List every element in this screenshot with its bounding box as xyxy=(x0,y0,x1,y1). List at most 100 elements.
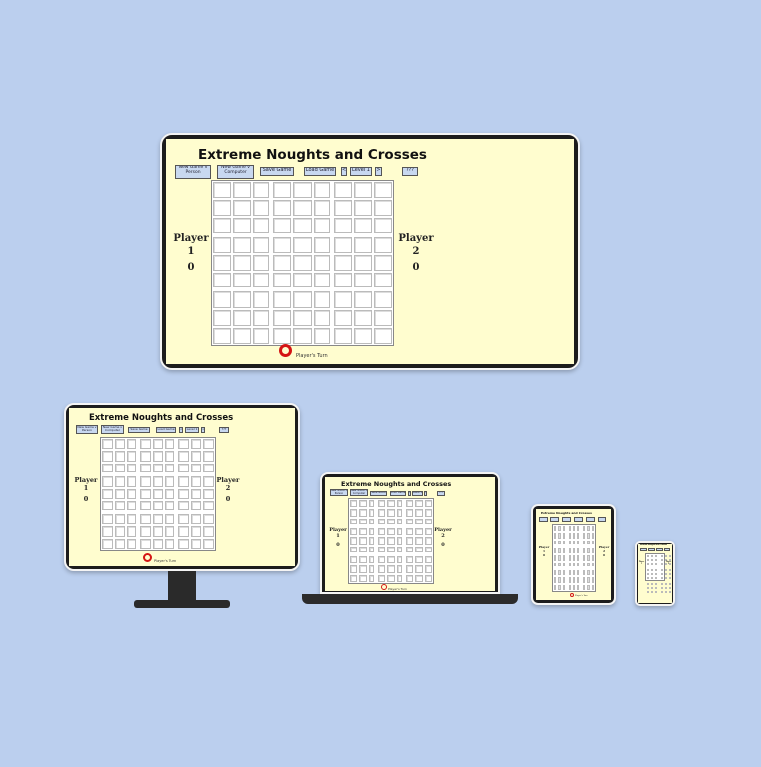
board-cell[interactable] xyxy=(647,587,649,589)
board-cell[interactable] xyxy=(114,501,126,510)
board-cell[interactable] xyxy=(293,200,312,217)
board-cell[interactable] xyxy=(665,583,667,585)
board-cell[interactable] xyxy=(273,309,292,326)
board-cell[interactable] xyxy=(190,451,202,462)
board-cell[interactable] xyxy=(396,537,402,545)
board-cell[interactable] xyxy=(253,273,270,288)
board-cell[interactable] xyxy=(213,182,232,199)
board-cell[interactable] xyxy=(647,563,649,565)
board-cell[interactable] xyxy=(140,513,151,525)
board-cell[interactable] xyxy=(359,555,367,564)
board-cell[interactable] xyxy=(127,513,136,525)
board-cell[interactable] xyxy=(333,236,352,253)
board-cell[interactable] xyxy=(152,463,164,473)
board-cell[interactable] xyxy=(203,538,214,549)
board-cell[interactable] xyxy=(102,476,113,487)
board-cell[interactable] xyxy=(583,570,586,576)
board-cell[interactable] xyxy=(127,488,136,500)
board-cell[interactable] xyxy=(661,577,663,579)
board-cell[interactable] xyxy=(583,548,586,554)
board-cell[interactable] xyxy=(114,513,126,525)
board-cell[interactable] xyxy=(424,537,432,545)
board-cell[interactable] xyxy=(353,309,372,326)
board-cell[interactable] xyxy=(140,439,151,450)
board-cell[interactable] xyxy=(647,577,649,579)
board-cell[interactable] xyxy=(233,254,252,272)
board-cell[interactable] xyxy=(127,501,136,510)
board-cell[interactable] xyxy=(190,538,202,549)
board-cell[interactable] xyxy=(655,569,657,571)
board-cell[interactable] xyxy=(313,182,330,199)
board-cell[interactable] xyxy=(253,182,270,199)
board-cell[interactable] xyxy=(651,583,653,585)
board-cell[interactable] xyxy=(577,526,580,532)
board-cell[interactable] xyxy=(647,583,649,585)
save-game-button[interactable]: Save Game xyxy=(370,491,387,496)
board-cell[interactable] xyxy=(647,569,649,571)
board-cell[interactable] xyxy=(554,570,557,576)
game-board[interactable] xyxy=(552,524,596,592)
board-cell[interactable] xyxy=(572,555,576,561)
board-cell[interactable] xyxy=(583,555,586,561)
board-cell[interactable] xyxy=(273,236,292,253)
board-cell[interactable] xyxy=(203,513,214,525)
board-cell[interactable] xyxy=(373,273,392,288)
board-cell[interactable] xyxy=(273,291,292,308)
board-cell[interactable] xyxy=(127,538,136,549)
board-cell[interactable] xyxy=(350,509,358,517)
board-cell[interactable] xyxy=(558,533,561,539)
board-cell[interactable] xyxy=(178,538,189,549)
board-cell[interactable] xyxy=(368,518,374,524)
board-cell[interactable] xyxy=(424,565,432,573)
board-cell[interactable] xyxy=(669,591,671,593)
board-cell[interactable] xyxy=(152,476,164,487)
board-cell[interactable] xyxy=(213,218,232,233)
board-cell[interactable] xyxy=(591,548,594,554)
board-cell[interactable] xyxy=(190,526,202,537)
board-cell[interactable] xyxy=(359,518,367,524)
board-cell[interactable] xyxy=(669,573,671,575)
new-game-person-button[interactable]: New Game v Person xyxy=(539,517,548,522)
board-cell[interactable] xyxy=(562,533,565,539)
board-cell[interactable] xyxy=(313,273,330,288)
board-cell[interactable] xyxy=(293,236,312,253)
board-cell[interactable] xyxy=(313,200,330,217)
board-cell[interactable] xyxy=(558,540,561,544)
board-cell[interactable] xyxy=(651,563,653,565)
board-cell[interactable] xyxy=(655,573,657,575)
help-button[interactable]: ??? xyxy=(437,491,445,496)
board-cell[interactable] xyxy=(377,555,386,564)
board-cell[interactable] xyxy=(353,218,372,233)
board-cell[interactable] xyxy=(165,526,174,537)
board-cell[interactable] xyxy=(554,555,557,561)
board-cell[interactable] xyxy=(655,591,657,593)
board-cell[interactable] xyxy=(377,574,386,582)
board-cell[interactable] xyxy=(651,573,653,575)
level-increase-button[interactable]: > xyxy=(375,167,382,176)
board-cell[interactable] xyxy=(568,526,571,532)
board-cell[interactable] xyxy=(140,526,151,537)
board-cell[interactable] xyxy=(152,501,164,510)
board-cell[interactable] xyxy=(587,584,590,590)
board-cell[interactable] xyxy=(273,327,292,344)
board-cell[interactable] xyxy=(415,574,423,582)
board-cell[interactable] xyxy=(350,546,358,552)
board-cell[interactable] xyxy=(293,182,312,199)
board-cell[interactable] xyxy=(165,463,174,473)
board-cell[interactable] xyxy=(102,463,113,473)
board-cell[interactable] xyxy=(587,540,590,544)
board-cell[interactable] xyxy=(568,570,571,576)
board-cell[interactable] xyxy=(165,488,174,500)
board-cell[interactable] xyxy=(587,555,590,561)
board-cell[interactable] xyxy=(313,291,330,308)
board-cell[interactable] xyxy=(661,583,663,585)
help-button[interactable]: ??? xyxy=(598,517,606,522)
new-game-computer-button[interactable]: New Game v Computer xyxy=(350,489,368,496)
board-cell[interactable] xyxy=(424,518,432,524)
board-cell[interactable] xyxy=(554,548,557,554)
board-cell[interactable] xyxy=(102,488,113,500)
board-cell[interactable] xyxy=(661,573,663,575)
board-cell[interactable] xyxy=(572,540,576,544)
board-cell[interactable] xyxy=(377,518,386,524)
board-cell[interactable] xyxy=(102,538,113,549)
